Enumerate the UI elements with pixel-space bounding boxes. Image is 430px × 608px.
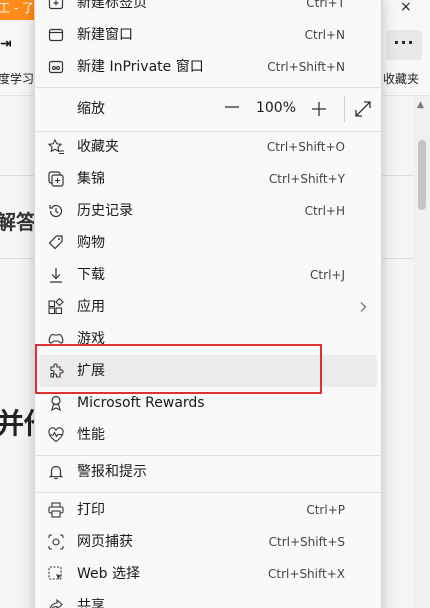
print-icon	[47, 501, 65, 519]
browser-tab[interactable]: 工 - 了解	[0, 0, 34, 20]
menu-item-label: 打印	[77, 502, 105, 518]
menu-item-web-capture[interactable]: 网页捕获 Ctrl+Shift+S	[35, 526, 381, 558]
menu-item-label: 下载	[77, 267, 105, 283]
menu-item-share[interactable]: 共享	[35, 590, 381, 608]
toolbar-left-button-icon[interactable]: ⇥	[0, 36, 12, 52]
fullscreen-icon[interactable]	[353, 99, 373, 119]
favorites-icon	[47, 138, 65, 156]
menu-zoom-row: 缩放	[35, 93, 381, 125]
share-icon	[47, 597, 65, 608]
menu-item-shortcut: Ctrl+Shift+X	[268, 567, 345, 581]
menu-item-shortcut: Ctrl+Shift+O	[266, 140, 345, 154]
page-heading-fragment: 解答	[0, 210, 36, 234]
rewards-icon	[47, 394, 65, 412]
menu-item-shopping[interactable]: 购物	[35, 227, 381, 259]
scroll-up-arrow-icon[interactable]: ▲	[417, 100, 424, 110]
browser-tab-title: 工 - 了解	[0, 1, 34, 15]
history-icon	[47, 202, 65, 220]
menu-item-performance[interactable]: 性能	[35, 419, 381, 451]
zoom-out-icon[interactable]	[221, 100, 243, 114]
menu-item-shortcut: Ctrl+Shift+S	[268, 535, 345, 549]
web-capture-icon	[47, 533, 65, 551]
menu-item-label: 共享	[77, 598, 105, 608]
menu-item-label: 警报和提示	[77, 464, 147, 480]
zoom-label: 缩放	[77, 101, 105, 117]
settings-and-more-button[interactable]: ···	[386, 30, 422, 60]
menu-item-print[interactable]: 打印 Ctrl+P	[35, 494, 381, 526]
zoom-value: 100%	[255, 100, 297, 116]
performance-icon	[47, 426, 65, 444]
menu-item-label: 网页捕获	[77, 534, 133, 550]
menu-separator	[36, 492, 382, 493]
menu-item-label: 新建窗口	[77, 27, 133, 43]
menu-item-apps[interactable]: 应用	[35, 291, 381, 323]
menu-item-downloads[interactable]: 下载 Ctrl+J	[35, 259, 381, 291]
menu-item-shortcut: Ctrl+H	[304, 204, 345, 218]
window-close-icon[interactable]: ×	[400, 0, 412, 14]
menu-item-new-tab[interactable]: 新建标签页 Ctrl+T	[35, 0, 381, 19]
menu-item-label: 新建标签页	[77, 0, 147, 11]
menu-item-history[interactable]: 历史记录 Ctrl+H	[35, 195, 381, 227]
zoom-divider	[344, 96, 345, 122]
bell-icon	[47, 463, 65, 481]
menu-item-shortcut: Ctrl+Shift+Y	[268, 172, 345, 186]
favorites-bar-other-favorites[interactable]: 收藏夹	[383, 70, 419, 87]
menu-item-shortcut: Ctrl+T	[306, 0, 345, 10]
menu-item-new-window[interactable]: 新建窗口 Ctrl+N	[35, 19, 381, 51]
menu-item-collections[interactable]: 集锦 Ctrl+Shift+Y	[35, 163, 381, 195]
zoom-in-icon[interactable]	[309, 99, 329, 119]
menu-item-alerts-and-tips[interactable]: 警报和提示	[35, 456, 381, 488]
settings-menu: 新建标签页 Ctrl+T 新建窗口 Ctrl+N 新建 InPrivate 窗口…	[34, 0, 382, 608]
apps-icon	[47, 298, 65, 316]
shopping-tag-icon	[47, 234, 65, 252]
menu-item-shortcut: Ctrl+P	[306, 503, 345, 517]
menu-item-label: Web 选择	[77, 566, 140, 582]
menu-item-label: 购物	[77, 235, 105, 251]
menu-item-web-select[interactable]: Web 选择 Ctrl+Shift+X	[35, 558, 381, 590]
page-scrollbar-thumb[interactable]	[418, 140, 426, 210]
menu-item-label: 新建 InPrivate 窗口	[77, 59, 204, 75]
menu-item-shortcut: Ctrl+J	[310, 268, 345, 282]
chevron-right-icon	[355, 299, 371, 315]
web-select-icon	[47, 565, 65, 583]
menu-item-shortcut: Ctrl+Shift+N	[267, 60, 345, 74]
menu-item-label: 应用	[77, 299, 105, 315]
menu-item-label: 历史记录	[77, 203, 133, 219]
menu-separator	[36, 87, 382, 88]
new-window-icon	[47, 26, 65, 44]
highlight-box	[35, 344, 322, 394]
menu-item-label: 集锦	[77, 171, 105, 187]
menu-item-label: 性能	[77, 427, 105, 443]
inprivate-window-icon	[47, 58, 65, 76]
menu-item-favorites[interactable]: 收藏夹 Ctrl+Shift+O	[35, 131, 381, 163]
download-icon	[47, 266, 65, 284]
collections-icon	[47, 170, 65, 188]
favorites-bar-item[interactable]: 度学习	[0, 70, 34, 87]
menu-item-new-inprivate-window[interactable]: 新建 InPrivate 窗口 Ctrl+Shift+N	[35, 51, 381, 83]
menu-item-label: 收藏夹	[77, 139, 119, 155]
menu-item-shortcut: Ctrl+N	[304, 28, 345, 42]
new-tab-icon	[47, 0, 65, 12]
